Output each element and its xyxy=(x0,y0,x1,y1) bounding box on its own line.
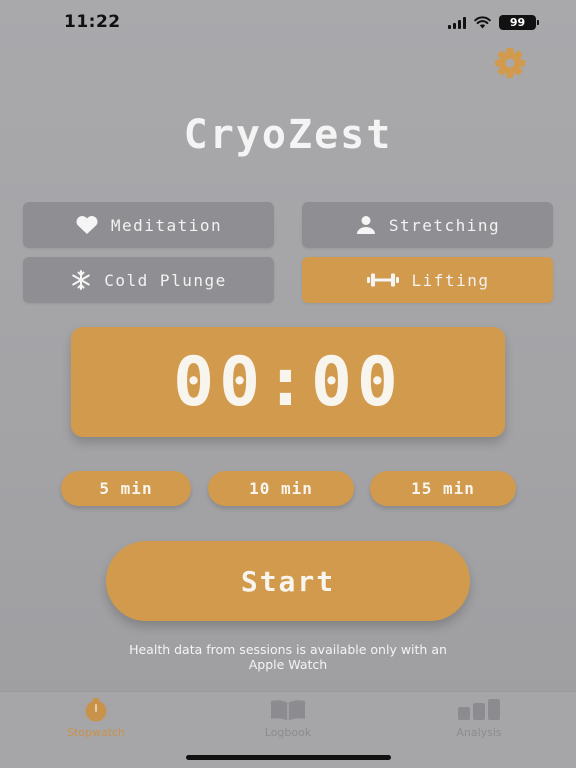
tab-logbook[interactable]: Logbook xyxy=(228,698,348,742)
activity-meditation-button[interactable]: Meditation xyxy=(23,202,274,248)
signal-icon xyxy=(448,16,466,29)
battery-icon: 99 xyxy=(499,15,539,30)
activity-label: Cold Plunge xyxy=(104,270,227,290)
activity-stretching-button[interactable]: Stretching xyxy=(302,202,553,248)
tab-stopwatch[interactable]: Stopwatch xyxy=(36,698,156,742)
preset-5-min-button[interactable]: 5 min xyxy=(61,471,191,506)
health-note-line2: Apple Watch xyxy=(248,657,328,672)
settings-button[interactable] xyxy=(486,45,534,81)
tab-label: Stopwatch xyxy=(66,726,126,739)
gear-icon xyxy=(495,48,525,78)
app-title: CryoZest xyxy=(183,112,393,158)
activity-cold-plunge-button[interactable]: Cold Plunge xyxy=(23,257,274,303)
activity-lifting-button[interactable]: Lifting xyxy=(302,257,553,303)
snowflake-icon xyxy=(72,270,91,290)
bar-chart-icon xyxy=(458,699,500,720)
dumbbell-icon xyxy=(366,273,399,287)
status-bar: 11:22 99 xyxy=(0,0,576,46)
heart-icon xyxy=(76,215,98,234)
status-time: 11:22 xyxy=(64,12,121,32)
status-icons: 99 xyxy=(448,15,539,30)
person-icon xyxy=(356,216,375,234)
stopwatch-icon xyxy=(85,698,107,722)
tab-analysis[interactable]: Analysis xyxy=(419,698,539,742)
health-note-line1: Health data from sessions is available o… xyxy=(129,642,447,657)
book-icon xyxy=(271,700,305,721)
activity-label: Stretching xyxy=(388,215,501,235)
timer-display: 00:00 xyxy=(71,327,505,437)
health-note: Health data from sessions is available o… xyxy=(60,642,516,672)
activity-label: Lifting xyxy=(411,270,490,290)
wifi-icon xyxy=(474,16,491,29)
tab-label: Analysis xyxy=(456,726,502,739)
preset-10-min-button[interactable]: 10 min xyxy=(208,471,354,506)
preset-15-min-button[interactable]: 15 min xyxy=(370,471,516,506)
home-indicator xyxy=(186,755,391,760)
start-button[interactable]: Start xyxy=(106,541,470,621)
activity-label: Meditation xyxy=(110,215,223,235)
tab-label: Logbook xyxy=(264,726,312,739)
